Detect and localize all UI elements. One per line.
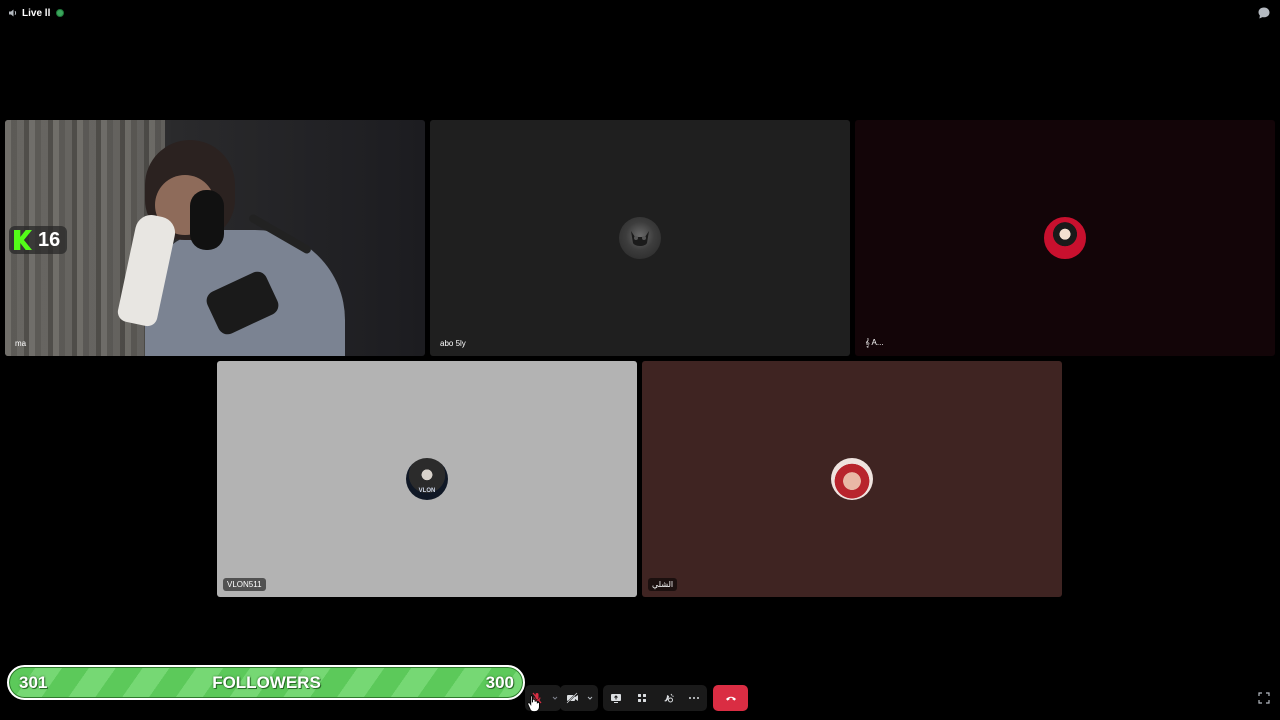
kick-logo-icon <box>14 230 32 250</box>
kick-viewer-badge: 16 <box>9 226 67 254</box>
channel-header: Live ll <box>8 6 65 20</box>
demon-avatar <box>619 217 661 259</box>
followers-goal-bar: 301 FOLLOWERS 300 <box>7 665 525 700</box>
speaker-icon <box>8 8 18 18</box>
participant-name: abo 5ly <box>440 339 466 348</box>
red-cartoon-avatar <box>1044 217 1086 259</box>
voice-channel-view: Live ll 16 ma abo 5ly 𝄞 A... VLON VLON51… <box>0 0 1280 720</box>
participant-name: VLON511 <box>223 578 266 591</box>
fullscreen-icon[interactable] <box>1257 691 1271 705</box>
activities-icon[interactable] <box>629 685 655 711</box>
phone-hangup-icon <box>725 689 737 707</box>
headphone-shape <box>190 190 224 250</box>
user-photo-avatar <box>831 458 873 500</box>
camera-options-chevron-icon[interactable] <box>584 685 596 711</box>
participant-tile[interactable]: الشلي <box>642 361 1062 597</box>
end-call-button[interactable] <box>713 685 748 711</box>
chat-bubble-icon[interactable] <box>1257 6 1271 20</box>
avatar-text: VLON <box>418 488 436 494</box>
followers-goal: 300 <box>485 672 514 692</box>
participant-name: ma <box>15 339 27 348</box>
participant-tile[interactable]: abo 5ly <box>430 120 850 356</box>
followers-current: 301 <box>19 672 48 692</box>
camera-off-icon[interactable] <box>560 685 584 711</box>
participant-tile[interactable]: 𝄞 A... <box>855 120 1275 356</box>
participant-tile[interactable]: 16 ma <box>5 120 425 356</box>
camera-control <box>560 685 598 711</box>
participant-name: 𝄞 A... <box>865 338 884 347</box>
followers-label: FOLLOWERS <box>212 672 321 692</box>
participant-name: الشلي <box>648 578 678 591</box>
participant-tile[interactable]: VLON VLON511 <box>217 361 637 597</box>
vlon-avatar: VLON <box>406 458 448 500</box>
channel-name[interactable]: Live ll <box>22 8 50 19</box>
status-dot <box>56 9 65 17</box>
screen-share-icon[interactable] <box>603 685 629 711</box>
call-actions-group <box>603 685 707 711</box>
more-icon[interactable] <box>681 685 707 711</box>
kick-viewer-count: 16 <box>38 228 61 251</box>
soundboard-icon[interactable] <box>655 685 681 711</box>
hand-cursor-icon <box>527 694 541 712</box>
